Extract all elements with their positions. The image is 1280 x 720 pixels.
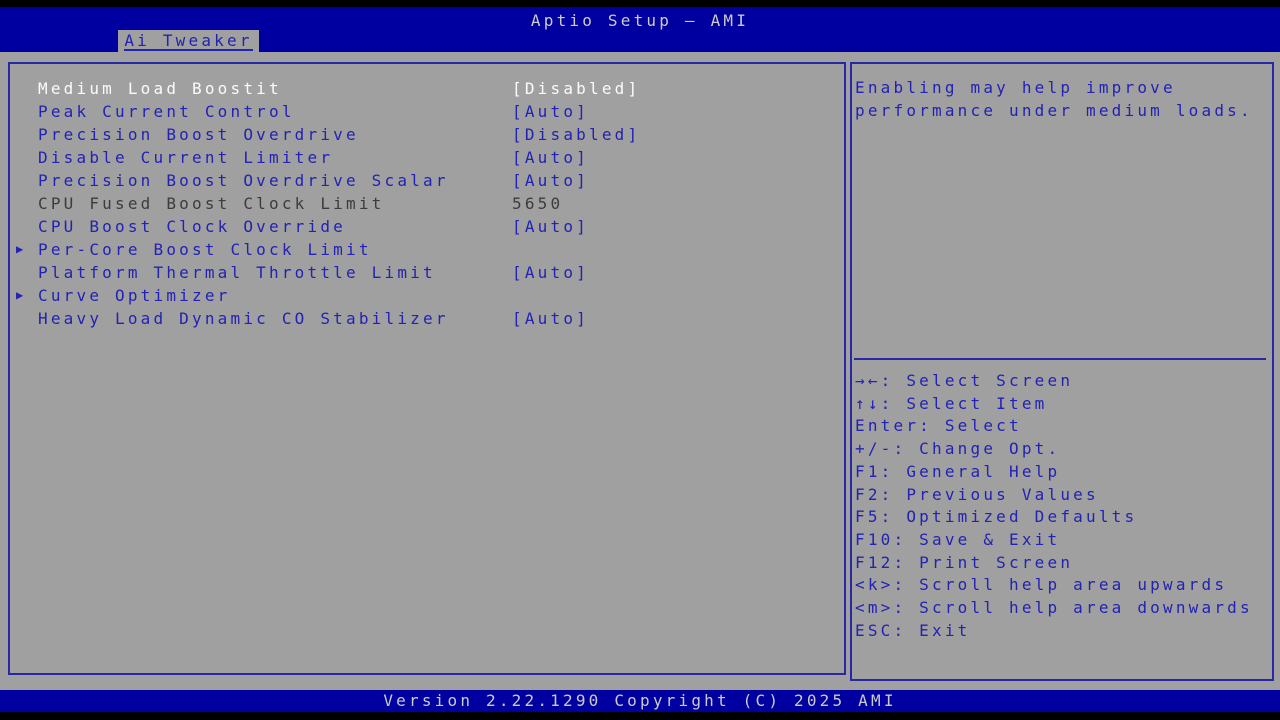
legend-row: F1: General Help [855, 461, 1269, 484]
menu-item-value: [Auto] [512, 100, 589, 123]
legend-row: F10: Save & Exit [855, 529, 1269, 552]
key-legend: →←: Select Screen↑↓: Select ItemEnter: S… [855, 370, 1269, 642]
menu-list: Medium Load Boostit[Disabled]Peak Curren… [10, 77, 844, 330]
legend-row: ESC: Exit [855, 620, 1269, 643]
menu-item-label: Heavy Load Dynamic CO Stabilizer [38, 309, 449, 328]
legend-row: +/-: Change Opt. [855, 438, 1269, 461]
menu-item-label: Disable Current Limiter [38, 148, 333, 167]
menu-item[interactable]: Medium Load Boostit [Disabled] [10, 77, 844, 100]
menu-item[interactable]: CPU Fused Boost Clock Limit 5650 [10, 192, 844, 215]
menu-item-value: [Auto] [512, 307, 589, 330]
menu-item-label: Per-Core Boost Clock Limit [38, 240, 372, 259]
help-panel: Enabling may help improve performance un… [850, 62, 1274, 681]
menu-item-value: [Auto] [512, 215, 589, 238]
menu-item[interactable]: Peak Current Control [Auto] [10, 100, 844, 123]
menu-item[interactable]: CPU Boost Clock Override [Auto] [10, 215, 844, 238]
menu-item-label: Platform Thermal Throttle Limit [38, 263, 436, 282]
menu-item-value: [Auto] [512, 146, 589, 169]
menu-item[interactable]: Platform Thermal Throttle Limit [Auto] [10, 261, 844, 284]
title-bar: Aptio Setup – AMI Ai Tweaker [0, 7, 1280, 52]
version-text: Version 2.22.1290 Copyright (C) 2025 AMI [383, 691, 896, 710]
legend-row: <m>: Scroll help area downwards [855, 597, 1269, 620]
menu-item-label: Precision Boost Overdrive [38, 125, 359, 144]
menu-item-label: CPU Fused Boost Clock Limit [38, 194, 385, 213]
bottom-black-strip [0, 712, 1280, 720]
help-text: Enabling may help improve performance un… [855, 76, 1267, 122]
menu-item-value: 5650 [512, 192, 563, 215]
menu-item-value: [Disabled] [512, 123, 640, 146]
legend-row: Enter: Select [855, 415, 1269, 438]
legend-row: F5: Optimized Defaults [855, 506, 1269, 529]
legend-row: →←: Select Screen [855, 370, 1269, 393]
menu-item-label: Precision Boost Overdrive Scalar [38, 171, 449, 190]
tab-label: Ai Tweaker [124, 32, 252, 51]
legend-row: F2: Previous Values [855, 484, 1269, 507]
menu-item-label: Peak Current Control [38, 102, 295, 121]
menu-item-label: Curve Optimizer [38, 286, 231, 305]
menu-item-value: [Auto] [512, 169, 589, 192]
submenu-arrow-icon: ▶ [16, 238, 23, 261]
menu-item[interactable]: Precision Boost Overdrive [Disabled] [10, 123, 844, 146]
menu-item-value: [Auto] [512, 261, 589, 284]
tab-ai-tweaker[interactable]: Ai Tweaker [118, 30, 259, 52]
app-title: Aptio Setup – AMI [0, 11, 1280, 30]
submenu-arrow-icon: ▶ [16, 284, 23, 307]
menu-item[interactable]: Heavy Load Dynamic CO Stabilizer [Auto] [10, 307, 844, 330]
menu-item-value: [Disabled] [512, 77, 640, 100]
settings-panel: Medium Load Boostit[Disabled]Peak Curren… [8, 62, 846, 675]
menu-item[interactable]: ▶ Curve Optimizer [10, 284, 844, 307]
menu-item-label: Medium Load Boostit [38, 79, 282, 98]
version-bar: Version 2.22.1290 Copyright (C) 2025 AMI [0, 690, 1280, 712]
menu-item[interactable]: ▶ Per-Core Boost Clock Limit [10, 238, 844, 261]
menu-item-label: CPU Boost Clock Override [38, 217, 346, 236]
menu-item[interactable]: Disable Current Limiter [Auto] [10, 146, 844, 169]
legend-row: ↑↓: Select Item [855, 393, 1269, 416]
top-black-strip [0, 0, 1280, 7]
help-divider [854, 358, 1266, 360]
legend-row: F12: Print Screen [855, 552, 1269, 575]
menu-item[interactable]: Precision Boost Overdrive Scalar [Auto] [10, 169, 844, 192]
legend-row: <k>: Scroll help area upwards [855, 574, 1269, 597]
